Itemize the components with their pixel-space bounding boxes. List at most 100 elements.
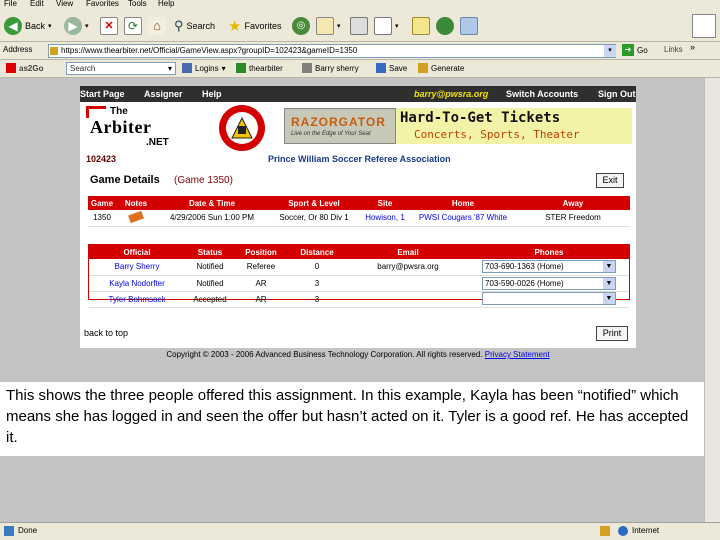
phone-select[interactable]: ▼ [482,291,616,305]
game-number: (Game 1350) [174,175,233,186]
menu-edit[interactable]: Edit [30,0,44,8]
official-distance: 3 [287,275,347,292]
game-id: 1350 [88,210,116,227]
forward-button[interactable]: ▶ ▾ [64,16,89,36]
ask-icon [6,63,16,73]
official-name-link[interactable]: Barry Sherry [89,259,185,276]
official-position: AR [235,275,287,292]
site-link[interactable]: Howison, 1 [360,210,410,227]
mail-icon [316,17,334,35]
chevron-right-icon[interactable]: » [690,42,695,52]
menu-help[interactable]: Help [158,0,174,8]
nav-assigner[interactable]: Assigner [144,89,183,99]
col-phones: Phones [469,245,629,259]
favorites-button[interactable]: ★ Favorites [228,16,281,36]
table-row: Tyler Bohmsack Accepted AR 3 ▼ [89,291,629,308]
star-icon: ★ [228,18,242,35]
chevron-down-icon: ▼ [603,277,615,289]
stop-icon: ✕ [100,17,118,35]
phone-select[interactable]: 703-590-0026 (Home) ▼ [482,276,616,290]
home-team-link[interactable]: PWSI Cougars '87 White [410,210,516,227]
association-name: Prince William Soccer Referee Associatio… [268,154,451,164]
menu-favorites[interactable]: Favorites [86,0,119,8]
status-bar: Done Internet [0,522,720,540]
page-title: Game Details [90,174,160,186]
arbiter-logo[interactable]: The Arbiter .NET [86,106,206,150]
go-arrow-icon: ➜ [622,44,634,56]
game-header: Game Details (Game 1350) Exit [88,170,630,194]
back-to-top-link[interactable]: back to top [84,328,128,338]
menu-bar: File Edit View Favorites Tools Help [0,0,720,10]
official-name-link[interactable]: Tyler Bohmsack [89,291,185,308]
forward-arrow-icon: ▶ [64,17,82,35]
chevron-down-icon: ▼ [603,261,615,273]
official-status: Notified [185,275,235,292]
official-name-link[interactable]: Kayla Nodorfter [89,275,185,292]
folder-button[interactable] [412,16,430,36]
folder-icon [412,17,430,35]
media-button[interactable]: ◎ [292,16,310,36]
research-button[interactable] [460,16,478,36]
menu-tools[interactable]: Tools [128,0,147,8]
back-button[interactable]: ◀ Back ▾ [4,16,52,36]
logo-swoosh-icon [86,106,106,118]
ask-logo[interactable]: as2Go [6,63,43,73]
official-position: Referee [235,259,287,276]
stop-button[interactable]: ✕ [100,16,118,36]
nav-switch-accounts[interactable]: Switch Accounts [506,89,578,99]
search-box[interactable]: Search [66,62,176,75]
site-icon [236,63,246,73]
notes-cell[interactable] [116,210,156,227]
messenger-icon [436,17,454,35]
note-pencil-icon[interactable] [128,210,144,223]
official-position: AR [235,291,287,308]
exit-button[interactable]: Exit [596,173,624,188]
messenger-button[interactable] [436,16,454,36]
generate-link[interactable]: Generate [418,63,464,73]
nav-help[interactable]: Help [202,89,222,99]
printer-icon [350,17,368,35]
vertical-scrollbar[interactable] [704,78,720,522]
menu-view[interactable]: View [56,0,73,8]
game-table: Game Notes Date & Time Sport & Level Sit… [88,196,630,227]
tickets-ad[interactable]: Hard-To-Get Tickets Concerts, Sports, Th… [396,108,632,144]
media-icon: ◎ [292,17,310,35]
edit-button[interactable]: ▾ [374,16,399,36]
home-button[interactable]: ⌂ [148,16,166,36]
print-button[interactable] [350,16,368,36]
game-details-panel: Game Details (Game 1350) Exit Game Notes… [84,170,630,342]
razorgator-ad[interactable]: RAZORGATOR Live on the Edge of Your Seat [284,108,396,144]
print-button[interactable]: Print [596,326,628,341]
status-text: Done [18,526,38,535]
back-arrow-icon: ◀ [4,17,22,35]
menu-file[interactable]: File [4,0,17,8]
go-button[interactable]: ➜ Go [622,44,648,56]
privacy-statement-link[interactable]: Privacy Statement [485,350,550,359]
address-input[interactable]: https://www.thearbiter.net/Official/Game… [48,44,616,58]
refresh-button[interactable]: ⟳ [124,16,142,36]
nav-start-page[interactable]: Start Page [80,89,125,99]
search-button[interactable]: ⚲ Search [174,16,215,36]
col-position: Position [235,245,287,259]
mail-button[interactable]: ▾ [316,16,341,36]
table-row: Kayla Nodorfter Notified AR 3 703-590-00… [89,275,629,292]
table-row: Barry Sherry Notified Referee 0 barry@pw… [89,259,629,276]
address-dropdown-icon[interactable]: ▾ [604,45,616,57]
lock-icon [50,47,58,55]
copyright-text: Copyright © 2003 - 2006 Advanced Busines… [166,350,483,359]
official-email[interactable] [347,291,469,308]
caption-text: This shows the three people offered this… [0,382,704,456]
links-label[interactable]: Links [664,45,683,54]
logins-button[interactable]: Logins ▾ [182,63,226,73]
barry-link[interactable]: Barry sherry [302,63,359,73]
save-link[interactable]: Save [376,63,407,73]
nav-user-email: barry@pwsra.org [414,89,489,99]
phone-select[interactable]: 703-690-1363 (Home) ▼ [482,260,616,274]
nav-sign-out[interactable]: Sign Out [598,89,636,99]
windows-logo-icon [692,14,716,38]
arbiter-site: Start Page Assigner Help barry@pwsra.org… [80,86,636,348]
official-email[interactable] [347,275,469,292]
thearbiter-link[interactable]: thearbiter [236,63,283,73]
search-dropdown-icon[interactable]: ▾ [168,64,172,73]
official-email[interactable]: barry@pwsra.org [347,259,469,276]
